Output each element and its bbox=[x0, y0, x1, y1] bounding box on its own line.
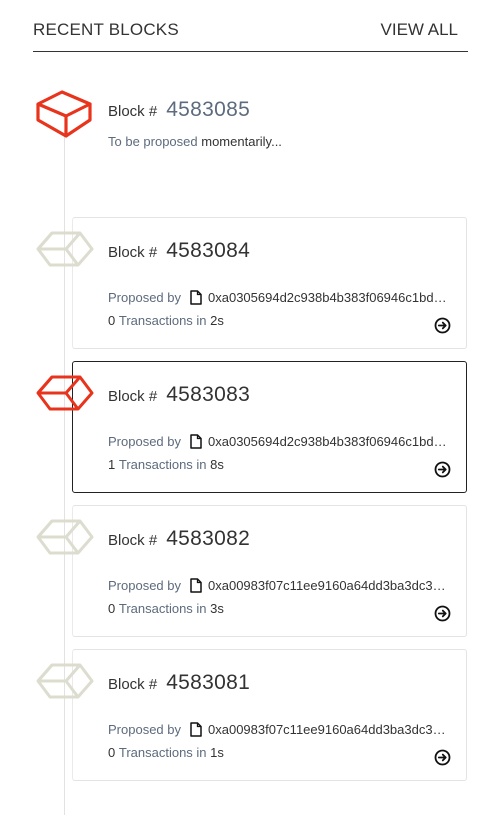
block-label: Block # bbox=[108, 244, 158, 261]
proposer-address[interactable]: 0xa0305694d2c938b4b383f06946c1bd1… bbox=[208, 434, 452, 449]
cube-icon bbox=[34, 511, 96, 567]
block-number[interactable]: 4583081 bbox=[166, 671, 250, 695]
proposed-by-label: Proposed by bbox=[108, 722, 181, 737]
block-label: Block # bbox=[108, 532, 158, 549]
proposed-by-label: Proposed by bbox=[108, 578, 181, 593]
block-age: 8s bbox=[210, 457, 224, 472]
arrow-right-circle-icon[interactable] bbox=[434, 317, 451, 334]
recent-blocks-header: RECENT BLOCKS VIEW ALL bbox=[33, 0, 468, 52]
pending-block: Block # 4583085 To be proposed momentari… bbox=[0, 80, 489, 190]
proposed-by-label: Proposed by bbox=[108, 434, 181, 449]
view-all-link[interactable]: VIEW ALL bbox=[381, 20, 458, 40]
proposed-by-label: Proposed by bbox=[108, 290, 181, 305]
block-number[interactable]: 4583083 bbox=[166, 383, 250, 407]
document-icon bbox=[190, 290, 202, 305]
transactions-row: 1 Transactions in 8s bbox=[108, 457, 458, 472]
transaction-count: 0 bbox=[108, 601, 116, 616]
block-age: 2s bbox=[210, 313, 224, 328]
proposer-address[interactable]: 0xa00983f07c11ee9160a64dd3ba3dc3d… bbox=[208, 722, 452, 737]
pending-block-title: Block # 4583085 bbox=[108, 98, 250, 122]
document-icon bbox=[190, 578, 202, 593]
transactions-row: 0 Transactions in 2s bbox=[108, 313, 458, 328]
block-number[interactable]: 4583085 bbox=[166, 98, 250, 122]
transaction-count: 0 bbox=[108, 313, 116, 328]
proposer-address[interactable]: 0xa00983f07c11ee9160a64dd3ba3dc3d… bbox=[208, 578, 452, 593]
arrow-right-circle-icon[interactable] bbox=[434, 749, 451, 766]
transactions-label: Transactions in bbox=[118, 313, 207, 328]
document-icon bbox=[190, 434, 202, 449]
transaction-count: 0 bbox=[108, 745, 116, 760]
pending-status-dark: momentarily... bbox=[201, 134, 282, 149]
cube-icon bbox=[34, 655, 96, 711]
pending-status-muted: To be proposed bbox=[108, 134, 198, 149]
proposer-address[interactable]: 0xa0305694d2c938b4b383f06946c1bd1… bbox=[208, 290, 452, 305]
block-label: Block # bbox=[108, 676, 158, 693]
proposer-row: Proposed by 0xa00983f07c11ee9160a64dd3ba… bbox=[108, 722, 458, 737]
block-label: Block # bbox=[108, 103, 158, 120]
cube-icon bbox=[34, 223, 96, 279]
block-number[interactable]: 4583082 bbox=[166, 527, 250, 551]
transactions-row: 0 Transactions in 1s bbox=[108, 745, 458, 760]
proposer-row: Proposed by 0xa0305694d2c938b4b383f06946… bbox=[108, 290, 458, 305]
arrow-right-circle-icon[interactable] bbox=[434, 605, 451, 622]
cube-icon bbox=[34, 367, 96, 423]
transactions-label: Transactions in bbox=[118, 601, 207, 616]
cube-icon bbox=[34, 86, 96, 142]
block-title: Block # 4583082 bbox=[108, 527, 250, 551]
pending-status: To be proposed momentarily... bbox=[108, 134, 282, 149]
block-title: Block # 4583084 bbox=[108, 239, 250, 263]
block-title: Block # 4583083 bbox=[108, 383, 250, 407]
block-label: Block # bbox=[108, 388, 158, 405]
section-title: RECENT BLOCKS bbox=[33, 20, 179, 39]
transaction-count: 1 bbox=[108, 457, 116, 472]
arrow-right-circle-icon[interactable] bbox=[434, 461, 451, 478]
proposer-row: Proposed by 0xa0305694d2c938b4b383f06946… bbox=[108, 434, 458, 449]
transactions-label: Transactions in bbox=[118, 745, 207, 760]
document-icon bbox=[190, 722, 202, 737]
transactions-row: 0 Transactions in 3s bbox=[108, 601, 458, 616]
block-title: Block # 4583081 bbox=[108, 671, 250, 695]
proposer-row: Proposed by 0xa00983f07c11ee9160a64dd3ba… bbox=[108, 578, 458, 593]
block-age: 3s bbox=[210, 601, 224, 616]
block-age: 1s bbox=[210, 745, 224, 760]
block-number[interactable]: 4583084 bbox=[166, 239, 250, 263]
transactions-label: Transactions in bbox=[118, 457, 207, 472]
